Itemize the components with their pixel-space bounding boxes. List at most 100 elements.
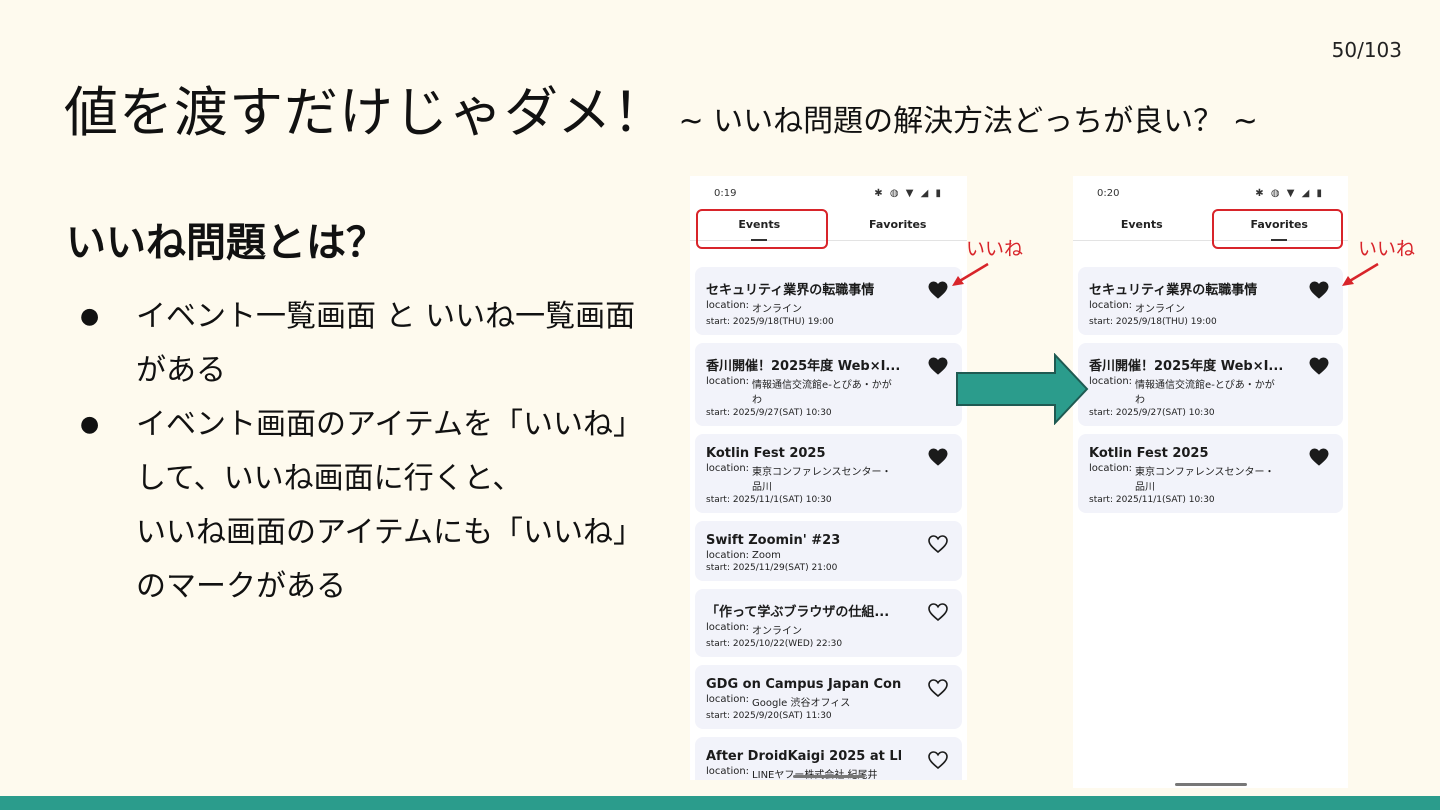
heart-filled-icon[interactable] bbox=[928, 448, 948, 466]
bullet-line: イベント一覧画面 と いいね一覧画面 bbox=[136, 299, 636, 334]
event-title: 香川開催！2025年度 Web×I... bbox=[706, 359, 901, 374]
transition-arrow-icon bbox=[956, 353, 1089, 425]
event-start: start: 2025/9/18(THU) 19:00 bbox=[706, 317, 834, 327]
location-key: location: bbox=[1089, 300, 1133, 311]
location-key: location: bbox=[1089, 463, 1133, 474]
location-value: 情報通信交流館e-とぴあ・かがわ bbox=[1135, 380, 1275, 406]
event-location: location: オンライン bbox=[706, 300, 950, 315]
event-title: 「作って学ぶブラウザの仕組... bbox=[706, 605, 890, 620]
heart-outline-icon[interactable] bbox=[928, 535, 948, 554]
phone-screenshot-events: 0:19 ✱ ◍ ▼ ◢ ▮ Events Favorites セキュリティ業界… bbox=[690, 176, 967, 780]
annotation-label-right: いいね bbox=[1358, 238, 1416, 260]
heart-outline-icon[interactable] bbox=[928, 679, 948, 698]
location-value: オンライン bbox=[752, 626, 803, 637]
bullet-line: して、いいね画面に行くと、 bbox=[136, 461, 523, 496]
gesture-nav-bar bbox=[792, 775, 865, 778]
location-value: オンライン bbox=[752, 304, 803, 315]
heart-outline-icon[interactable] bbox=[928, 603, 948, 622]
event-location: location: オンライン bbox=[706, 622, 950, 637]
tab-label: Favorites bbox=[869, 218, 927, 231]
event-start: start: 2025/10/22(WED) 22:30 bbox=[706, 639, 843, 649]
event-start: start: 2025/11/1(SAT) 10:30 bbox=[706, 495, 832, 505]
event-card[interactable]: Swift Zoomin' #23 location: Zoom start: 202… bbox=[695, 521, 962, 581]
event-start: start: 2025/9/20(SAT) 11:30 bbox=[706, 711, 832, 721]
event-location: location: 情報通信交流館e-とぴあ・かがわ bbox=[706, 376, 950, 406]
event-start: start: 2025/9/27(SAT) 10:30 bbox=[1089, 408, 1215, 418]
event-start: start: 2025/11/29(SAT) 21:00 bbox=[706, 563, 838, 573]
bullet-dot-icon: ● bbox=[80, 304, 100, 329]
event-card[interactable]: GDG on Campus Japan Conv... location:Goog… bbox=[695, 665, 962, 729]
slide-title: 値を渡すだけじゃダメ！ ~ いいね問題の解決方法どっちが良い？ ~ bbox=[64, 68, 1258, 147]
heart-filled-icon[interactable] bbox=[928, 281, 948, 299]
heart-filled-icon[interactable] bbox=[928, 357, 948, 375]
event-title: Kotlin Fest 2025 bbox=[706, 446, 826, 461]
section-heading: いいね問題とは？ bbox=[66, 220, 386, 266]
slide-title-sub: ~ いいね問題の解決方法どっちが良い？ ~ bbox=[678, 104, 1258, 139]
tab-label: Events bbox=[1120, 218, 1163, 231]
status-time: 0:20 bbox=[1097, 187, 1120, 199]
heart-filled-icon[interactable] bbox=[1309, 448, 1329, 466]
tab-favorites[interactable]: Favorites bbox=[829, 210, 968, 240]
event-title: Kotlin Fest 2025 bbox=[1089, 446, 1209, 461]
heart-filled-icon[interactable] bbox=[1309, 281, 1329, 299]
event-card[interactable]: Kotlin Fest 2025 location: 東京コンファレンスセンター・品… bbox=[695, 434, 962, 513]
location-key: location: bbox=[706, 622, 750, 633]
location-key: location: bbox=[706, 694, 750, 705]
event-location: location: 情報通信交流館e-とぴあ・かがわ bbox=[1089, 376, 1331, 406]
event-card[interactable]: 香川開催！2025年度 Web×I... location: 情報通信交流館e-とぴ… bbox=[695, 343, 962, 426]
page-number: 50/103 bbox=[1331, 38, 1402, 62]
location-key: location: bbox=[706, 300, 750, 311]
event-card[interactable]: セキュリティ業界の転職事情 location: オンライン start: 2025/9… bbox=[1078, 267, 1343, 335]
event-location: location: オンライン bbox=[1089, 300, 1331, 315]
event-card[interactable]: After DroidKaigi 2025 at LIN... location:… bbox=[695, 737, 962, 780]
event-list: セキュリティ業界の転職事情 location: オンライン start: 2025/9… bbox=[690, 267, 967, 780]
location-value: 東京コンファレンスセンター・品川 bbox=[1135, 467, 1275, 493]
slide-title-main: 値を渡すだけじゃダメ！ bbox=[64, 81, 668, 144]
bullet-line: がある bbox=[136, 353, 226, 388]
event-title: セキュリティ業界の転職事情 bbox=[1089, 283, 1258, 298]
status-time: 0:19 bbox=[714, 187, 737, 199]
phone-screenshot-favorites: 0:20 ✱ ◍ ▼ ◢ ▮ Events Favorites セキュリティ業界… bbox=[1073, 176, 1348, 788]
event-card[interactable]: セキュリティ業界の転職事情 location: オンライン start: 2025/9… bbox=[695, 267, 962, 335]
location-value: 東京コンファレンスセンター・品川 bbox=[752, 467, 892, 493]
event-card[interactable]: 「作って学ぶブラウザの仕組... location: オンライン start: 202… bbox=[695, 589, 962, 657]
highlight-events-tab bbox=[696, 209, 828, 249]
bottom-accent-bar bbox=[0, 796, 1440, 810]
event-location: location: Google 渋谷オフィス bbox=[706, 694, 950, 709]
status-icons: ✱ ◍ ▼ ◢ ▮ bbox=[874, 187, 943, 199]
event-start: start: 2025/11/1(SAT) 10:30 bbox=[1089, 495, 1215, 505]
bullet-list: ● イベント一覧画面 と いいね一覧画面 がある ● イベント画面のアイテムを「… bbox=[80, 290, 680, 614]
location-value: Google 渋谷オフィス bbox=[752, 698, 851, 709]
location-value: Zoom bbox=[752, 550, 781, 561]
event-location: location: Zoom bbox=[706, 550, 950, 561]
tab-events[interactable]: Events bbox=[1073, 210, 1211, 240]
red-arrow-icon bbox=[952, 262, 989, 286]
event-title: After DroidKaigi 2025 at LIN... bbox=[706, 749, 901, 764]
event-card[interactable]: Kotlin Fest 2025 location: 東京コンファレンスセンター・品… bbox=[1078, 434, 1343, 513]
location-key: location: bbox=[1089, 376, 1133, 387]
event-location: location: 東京コンファレンスセンター・品川 bbox=[1089, 463, 1331, 493]
status-bar: 0:20 ✱ ◍ ▼ ◢ ▮ bbox=[1073, 176, 1348, 210]
location-key: location: bbox=[706, 376, 750, 387]
location-key: location: bbox=[706, 550, 750, 561]
favorite-list: セキュリティ業界の転職事情 location: オンライン start: 2025/9… bbox=[1073, 267, 1348, 513]
bullet-line: イベント画面のアイテムを「いいね」 bbox=[136, 407, 643, 442]
location-key: location: bbox=[706, 463, 750, 474]
heart-outline-icon[interactable] bbox=[928, 751, 948, 770]
location-value: オンライン bbox=[1135, 304, 1186, 315]
bullet-item: ● イベント画面のアイテムを「いいね」 して、いいね画面に行くと、 いいね画面の… bbox=[80, 398, 680, 614]
event-card[interactable]: 香川開催！2025年度 Web×I... location: 情報通信交流館e-とぴ… bbox=[1078, 343, 1343, 426]
event-title: Swift Zoomin' #23 bbox=[706, 533, 841, 548]
gesture-nav-bar bbox=[1174, 783, 1247, 786]
event-start: start: 2025/9/27(SAT) 10:30 bbox=[706, 408, 832, 418]
status-icons: ✱ ◍ ▼ ◢ ▮ bbox=[1255, 187, 1324, 199]
highlight-favorites-tab bbox=[1212, 209, 1343, 249]
bullet-line: いいね画面のアイテムにも「いいね」 bbox=[136, 515, 643, 550]
annotation-label-left: いいね bbox=[966, 238, 1024, 260]
heart-filled-icon[interactable] bbox=[1309, 357, 1329, 375]
location-key: location: bbox=[706, 766, 750, 777]
event-location: location: 東京コンファレンスセンター・品川 bbox=[706, 463, 950, 493]
event-title: 香川開催！2025年度 Web×I... bbox=[1089, 359, 1284, 374]
location-value: 情報通信交流館e-とぴあ・かがわ bbox=[752, 380, 892, 406]
event-title: セキュリティ業界の転職事情 bbox=[706, 283, 875, 298]
